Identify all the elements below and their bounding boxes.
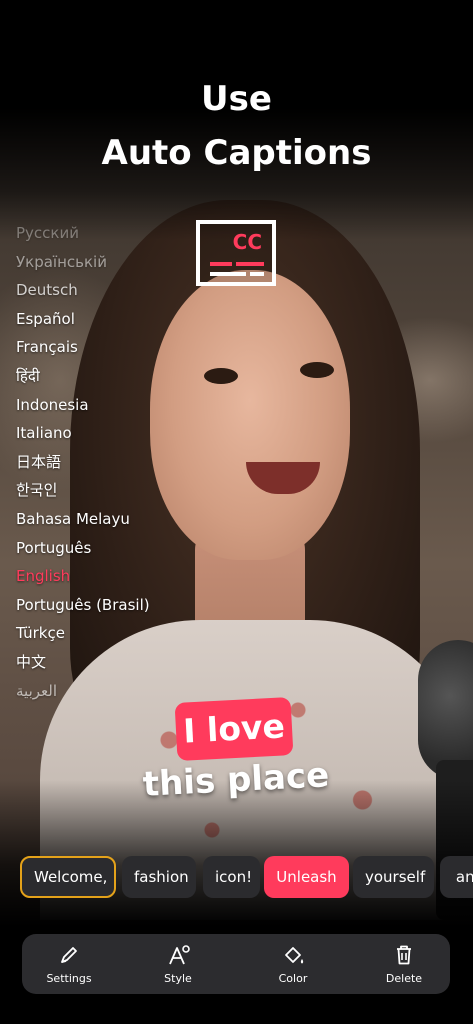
- style-button[interactable]: Style: [128, 934, 228, 994]
- headline-line-2: Auto Captions: [101, 133, 372, 173]
- language-list: Русский Українській Deutsch Español Français…: [16, 219, 216, 705]
- trash-icon: [397, 945, 411, 965]
- color-label: Color: [278, 972, 308, 985]
- word-chip[interactable]: and: [440, 856, 473, 898]
- caption-line-icon: [250, 272, 264, 276]
- language-item[interactable]: Italiano: [16, 419, 216, 448]
- language-item[interactable]: 中文: [16, 648, 216, 677]
- word-chip[interactable]: Unleash: [264, 856, 349, 898]
- text-style-icon: [169, 945, 190, 965]
- word-chip[interactable]: icon!: [203, 856, 260, 898]
- closed-captions-icon-text: CC: [232, 230, 262, 254]
- language-item[interactable]: 한국인: [16, 476, 216, 505]
- delete-label: Delete: [385, 972, 423, 985]
- photo-eye-right: [300, 362, 334, 378]
- language-item[interactable]: Español: [16, 305, 216, 334]
- language-item[interactable]: Português: [16, 534, 216, 563]
- language-item[interactable]: العربية: [16, 677, 216, 706]
- language-item[interactable]: Русский: [16, 219, 216, 248]
- word-chip[interactable]: yourself: [353, 856, 434, 898]
- headline: Use Auto Captions: [0, 72, 473, 180]
- language-item[interactable]: Deutsch: [16, 276, 216, 305]
- caption-line-1: I love: [182, 706, 286, 751]
- style-label: Style: [164, 972, 192, 985]
- delete-button[interactable]: Delete: [354, 934, 454, 994]
- language-item[interactable]: Bahasa Melayu: [16, 505, 216, 534]
- paint-bucket-icon: [285, 947, 304, 964]
- word-chip[interactable]: fashion: [122, 856, 196, 898]
- microphone: [418, 640, 473, 780]
- color-button[interactable]: Color: [243, 934, 343, 994]
- word-chip-row[interactable]: Welcome,fashionicon!Unleashyourselfand: [0, 856, 473, 898]
- bottom-toolbar: Settings Style Color Delete: [22, 934, 450, 994]
- headline-line-1: Use: [201, 79, 272, 119]
- language-item[interactable]: English: [16, 562, 216, 591]
- language-item[interactable]: हिंदी: [16, 362, 216, 391]
- language-item[interactable]: Українській: [16, 248, 216, 277]
- language-item[interactable]: Indonesia: [16, 391, 216, 420]
- pencil-icon: [61, 947, 77, 963]
- word-chip[interactable]: Welcome,: [20, 856, 116, 898]
- language-item[interactable]: Français: [16, 333, 216, 362]
- settings-label: Settings: [46, 972, 92, 985]
- caption-line-icon: [236, 262, 264, 266]
- settings-button[interactable]: Settings: [19, 934, 119, 994]
- language-item[interactable]: Türkçe: [16, 619, 216, 648]
- language-item[interactable]: 日本語: [16, 448, 216, 477]
- language-item[interactable]: Português (Brasil): [16, 591, 216, 620]
